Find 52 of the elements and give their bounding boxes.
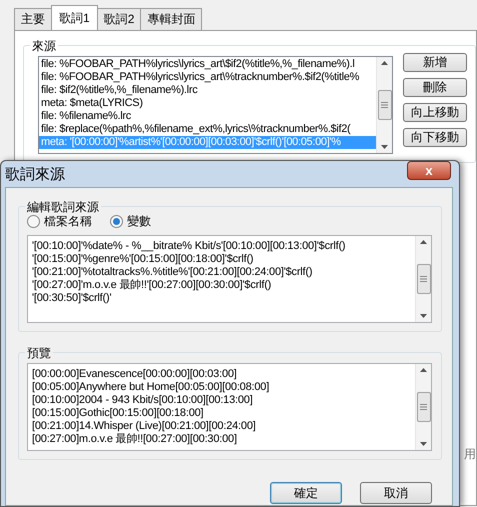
grip-lines-icon bbox=[420, 276, 427, 282]
dialog-title: 歌詞來源 bbox=[5, 164, 65, 184]
expression-field[interactable] bbox=[27, 235, 432, 323]
list-item[interactable]: file: $if2(%title%,%_filename%).lrc bbox=[39, 84, 376, 97]
tab[interactable]: 歌詞1 bbox=[51, 5, 98, 31]
side-button[interactable]: 向下移動 bbox=[403, 128, 467, 147]
scroll-down-arrow-icon[interactable] bbox=[420, 314, 427, 318]
scrollbar[interactable] bbox=[376, 57, 392, 153]
tab[interactable]: 專輯封面 bbox=[140, 8, 202, 30]
expression-line: '[00:15:00]'%genre%'[00:15:00][00:18:00]'$crlf() bbox=[32, 253, 254, 266]
scroll-up-arrow-icon[interactable] bbox=[420, 240, 427, 244]
scroll-thumb[interactable] bbox=[416, 392, 430, 422]
list-item[interactable]: file: %FOOBAR_PATH%lyrics\lyrics_art\%tracknumber%.$if2(%title% bbox=[39, 71, 376, 84]
expression-line: '[00:30:50]'$crlf()' bbox=[32, 292, 112, 305]
expression-line: '[00:10:00]'%date% - %__bitrate% Kbit/s'[00:10:00][00:13:00]'$crlf() bbox=[32, 240, 346, 253]
radio-label[interactable]: 檔案名稱 bbox=[44, 213, 92, 230]
scrollbar[interactable] bbox=[415, 236, 431, 322]
group-title: 預覽 bbox=[25, 345, 53, 362]
scroll-up-arrow-icon[interactable] bbox=[381, 61, 388, 65]
list-item[interactable]: file: %FOOBAR_PATH%lyrics\lyrics_art\$if2(%title%,%_filename%).l bbox=[39, 58, 376, 71]
apply-button-text: 用 bbox=[464, 446, 476, 463]
radio-button[interactable] bbox=[110, 215, 123, 228]
tab[interactable]: 歌詞2 bbox=[96, 8, 142, 30]
list-item[interactable]: meta: $meta(LYRICS) bbox=[39, 97, 376, 110]
preview-line: [00:21:00]14.Whisper (Live)[00:21:00][00:24:00] bbox=[32, 420, 257, 433]
preview-line: [00:05:00]Anywhere but Home[00:05:00][00:08:00] bbox=[32, 381, 270, 394]
cancel-button[interactable]: 取消 bbox=[360, 482, 432, 504]
scroll-down-arrow-icon[interactable] bbox=[381, 145, 388, 149]
list-item[interactable]: file: $replace(%path%,%filename_ext%,lyrics\%tracknumber%.$if2( bbox=[39, 123, 376, 136]
preview-line: [00:00:00]Evanescence[00:00:00][00:03:00] bbox=[32, 368, 238, 381]
scrollbar[interactable] bbox=[415, 364, 431, 450]
expression-line: '[00:21:00]'%totaltracks%.%title%'[00:21:00][00:24:00]'$crlf() bbox=[32, 266, 314, 279]
list-item[interactable]: file: %filename%.lrc bbox=[39, 110, 376, 123]
grip-lines-icon bbox=[381, 102, 388, 108]
preview-line: [00:15:00]Gothic[00:15:00][00:18:00] bbox=[32, 407, 204, 420]
side-button[interactable]: 新增 bbox=[403, 53, 467, 72]
scroll-thumb[interactable] bbox=[416, 264, 430, 294]
preview-line: [00:27:00]m.o.v.e 最帥!![00:27:00][00:30:00] bbox=[32, 433, 238, 446]
preview-line: [00:10:00]2004 - 943 Kbit/s[00:10:00][00:13:00] bbox=[32, 394, 254, 407]
radio-button[interactable] bbox=[27, 215, 40, 228]
scroll-up-arrow-icon[interactable] bbox=[420, 368, 427, 372]
scroll-down-arrow-icon[interactable] bbox=[420, 442, 427, 446]
radio-label[interactable]: 變數 bbox=[127, 213, 151, 230]
expression-line: '[00:27:00]'m.o.v.e 最帥!!'[00:27:00][00:30:00]'$crlf() bbox=[32, 279, 272, 292]
source-list[interactable] bbox=[38, 56, 393, 154]
grip-lines-icon bbox=[420, 404, 427, 410]
tab[interactable]: 主要 bbox=[14, 8, 52, 30]
ok-button[interactable]: 確定 bbox=[270, 482, 342, 504]
side-button[interactable]: 刪除 bbox=[403, 78, 467, 97]
group-title: 編輯歌詞來源 bbox=[25, 199, 101, 216]
scroll-thumb[interactable] bbox=[378, 90, 392, 120]
side-button[interactable]: 向上移動 bbox=[403, 103, 467, 122]
